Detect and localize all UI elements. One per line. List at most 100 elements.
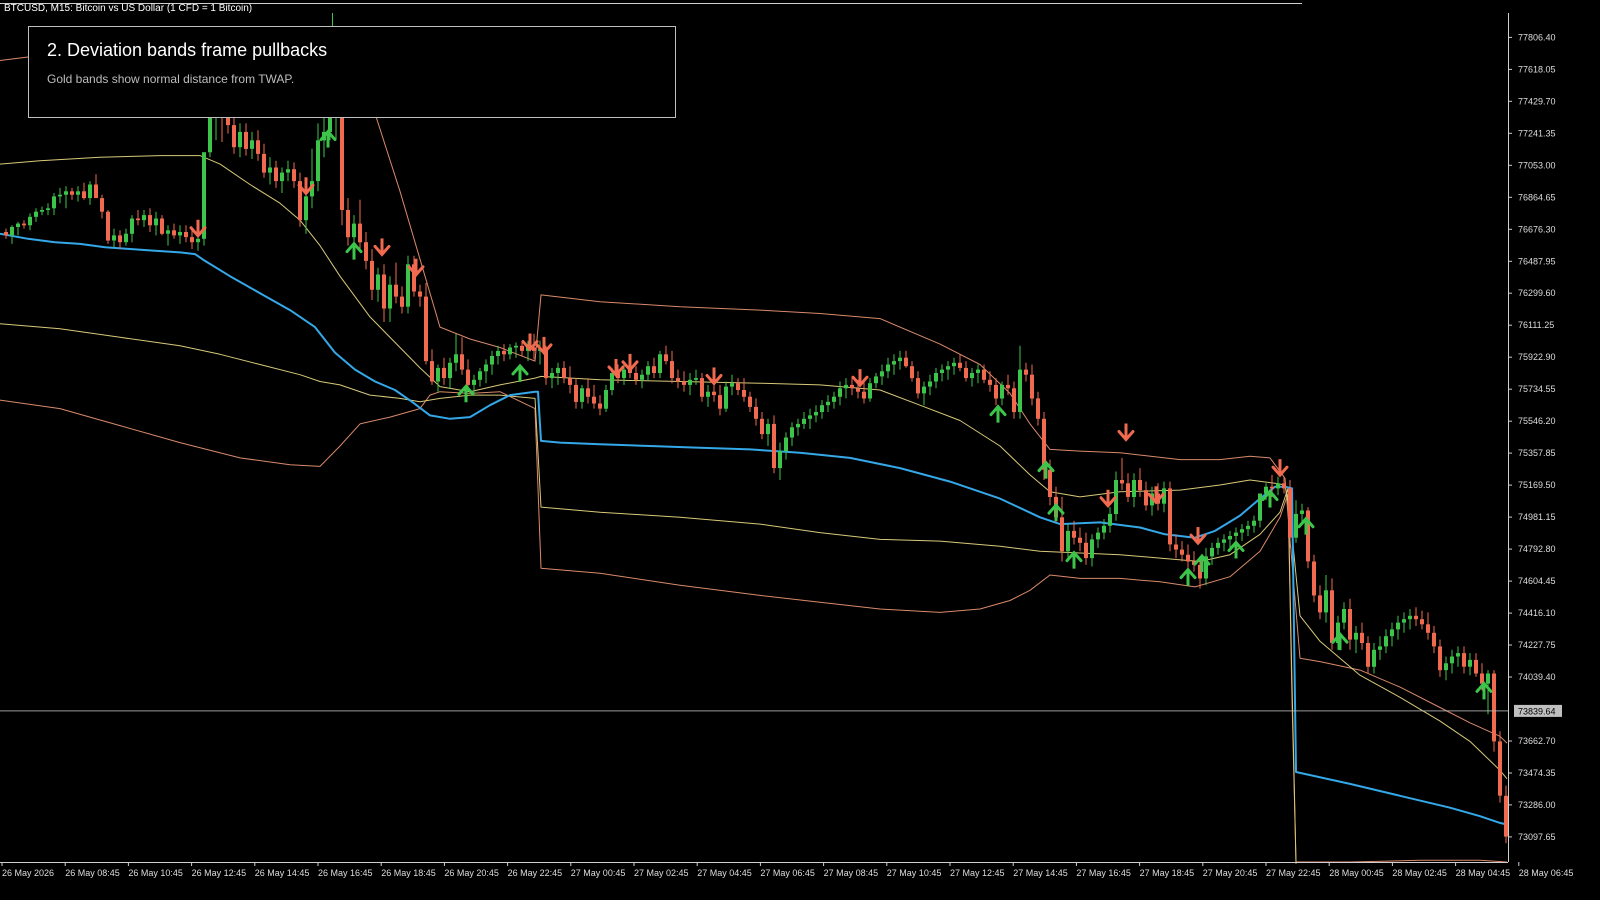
candle-body bbox=[700, 378, 704, 397]
candle bbox=[706, 384, 710, 407]
candle bbox=[868, 378, 872, 402]
candle bbox=[1432, 626, 1436, 654]
price-chart[interactable]: 77806.40 77618.05 77429.70 77241.35 77053.00… bbox=[0, 0, 1600, 900]
candle bbox=[1240, 524, 1244, 542]
price-tick-label: 77806.40 bbox=[1518, 32, 1556, 42]
candle-body bbox=[358, 223, 362, 243]
candle-body bbox=[454, 354, 458, 363]
candle-body bbox=[760, 418, 764, 435]
sell-arrow bbox=[621, 353, 639, 373]
candle bbox=[142, 210, 146, 227]
price-tick-label: 76111.25 bbox=[1518, 320, 1554, 330]
candle bbox=[106, 210, 110, 244]
candle bbox=[862, 381, 866, 404]
candle-body bbox=[916, 378, 920, 394]
candle bbox=[496, 345, 500, 365]
candle bbox=[1324, 575, 1328, 623]
candle-body bbox=[658, 354, 662, 373]
candle bbox=[238, 123, 242, 158]
candle-body bbox=[34, 211, 38, 217]
chart-area[interactable]: 77806.40 77618.05 77429.70 77241.35 77053.00… bbox=[0, 0, 1600, 900]
candle-body bbox=[1030, 374, 1034, 399]
candle bbox=[1228, 530, 1232, 548]
candle-body bbox=[778, 451, 782, 469]
candle-body bbox=[670, 361, 674, 379]
candle-body bbox=[370, 260, 374, 290]
candle-body bbox=[1120, 480, 1124, 484]
buy-arrow bbox=[1475, 681, 1493, 700]
candle bbox=[1414, 607, 1418, 626]
candle-body bbox=[598, 403, 602, 409]
candle bbox=[154, 211, 158, 236]
candle-body bbox=[436, 367, 440, 382]
candle bbox=[382, 264, 386, 322]
candle bbox=[58, 187, 62, 204]
price-tick-label: 77429.70 bbox=[1518, 96, 1556, 106]
candle-body bbox=[646, 366, 650, 375]
candle-body bbox=[754, 406, 758, 419]
candle-body bbox=[1348, 609, 1352, 640]
candle bbox=[316, 123, 320, 192]
candle bbox=[430, 349, 434, 385]
candle-body bbox=[1486, 673, 1490, 684]
candle-body bbox=[1072, 530, 1076, 538]
sell-arrow bbox=[1099, 489, 1117, 508]
candle-body bbox=[550, 373, 554, 379]
candle bbox=[1462, 646, 1466, 674]
candle bbox=[40, 206, 44, 216]
candle-body bbox=[580, 388, 584, 402]
candle bbox=[1120, 457, 1124, 491]
candle-body bbox=[1462, 653, 1466, 667]
candle-body bbox=[316, 140, 320, 182]
candle bbox=[1036, 391, 1040, 426]
candle bbox=[1204, 547, 1208, 586]
price-tick-label: 77241.35 bbox=[1518, 128, 1556, 138]
candle bbox=[1258, 493, 1262, 528]
candle-body bbox=[748, 396, 752, 407]
candle-body bbox=[1222, 539, 1226, 543]
candle-body bbox=[478, 371, 482, 380]
price-tick-label: 77053.00 bbox=[1518, 160, 1556, 170]
candle bbox=[1252, 515, 1256, 533]
candle bbox=[1132, 473, 1136, 508]
candle-body bbox=[886, 364, 890, 372]
candle bbox=[1186, 544, 1190, 569]
candle-body bbox=[418, 291, 422, 297]
candle-body bbox=[16, 223, 20, 227]
candle bbox=[1210, 542, 1214, 565]
chart-title: BTCUSD, M15: Bitcoin vs US Dollar (1 CFD… bbox=[4, 3, 253, 14]
buy-arrow bbox=[345, 241, 363, 260]
candle-body bbox=[688, 379, 692, 385]
candle bbox=[1342, 602, 1346, 630]
candle bbox=[1366, 636, 1370, 674]
candle bbox=[1390, 622, 1394, 647]
candle bbox=[790, 422, 794, 446]
candle bbox=[436, 364, 440, 392]
price-tick-label: 75734.55 bbox=[1518, 384, 1556, 394]
candle-body bbox=[394, 284, 398, 297]
candle bbox=[1420, 610, 1424, 630]
candle bbox=[640, 369, 644, 389]
outer-upper-band bbox=[0, 31, 1508, 744]
candles-layer bbox=[4, 35, 1508, 844]
candle-body bbox=[1276, 483, 1280, 489]
candle bbox=[766, 418, 770, 446]
candle bbox=[1354, 626, 1358, 654]
candle-body bbox=[520, 345, 524, 351]
candle bbox=[454, 333, 458, 372]
candle bbox=[478, 367, 482, 387]
price-tick-label: 76487.95 bbox=[1518, 256, 1556, 266]
candle-body bbox=[1096, 532, 1100, 540]
candle-body bbox=[814, 412, 818, 416]
candle bbox=[820, 400, 824, 419]
candle bbox=[958, 354, 962, 372]
price-tick-label: 75922.90 bbox=[1518, 352, 1556, 362]
candle-body bbox=[130, 218, 134, 234]
time-tick-label: 27 May 20:45 bbox=[1203, 868, 1258, 878]
candle bbox=[562, 361, 566, 384]
time-tick-label: 27 May 04:45 bbox=[697, 868, 752, 878]
candle bbox=[1372, 643, 1376, 674]
candle bbox=[808, 408, 812, 429]
candle-body bbox=[202, 152, 206, 239]
candle bbox=[1444, 656, 1448, 681]
